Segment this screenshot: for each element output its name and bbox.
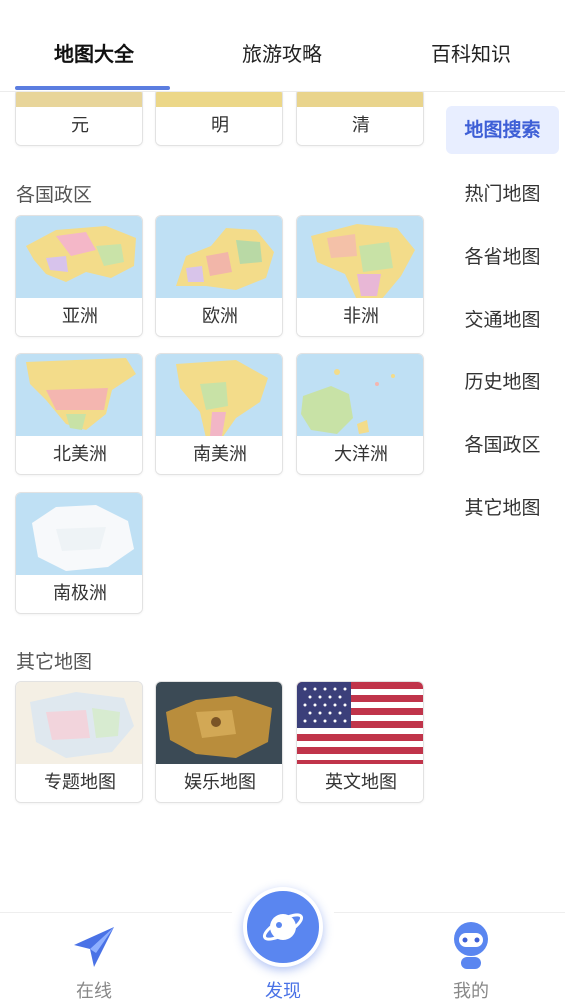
- map-card-europe[interactable]: 欧洲: [155, 215, 283, 337]
- map-card-label: 亚洲: [16, 298, 142, 336]
- map-card-label: 大洋洲: [297, 436, 423, 474]
- sidebar-item-countries[interactable]: 各国政区: [446, 421, 559, 469]
- map-thumbnail: [297, 216, 423, 300]
- map-card-label: 英文地图: [297, 764, 423, 802]
- map-thumbnail: [297, 682, 423, 766]
- sidebar-item-map-search[interactable]: 地图搜索: [446, 106, 559, 154]
- tab-encyclopedia[interactable]: 百科知识: [431, 38, 511, 67]
- map-thumbnail: [16, 493, 142, 577]
- map-card-entertainment[interactable]: 娱乐地图: [155, 681, 283, 803]
- tab-map-all[interactable]: 地图大全: [54, 38, 134, 67]
- map-thumbnail: [297, 354, 423, 438]
- map-thumbnail: [16, 682, 142, 766]
- nav-online[interactable]: 在线: [34, 913, 154, 1005]
- map-card-label: 娱乐地图: [156, 764, 282, 802]
- top-tab-bar: 地图大全 旅游攻略 百科知识: [0, 0, 565, 92]
- map-card-label: 非洲: [297, 298, 423, 336]
- map-card-label: 南美洲: [156, 436, 282, 474]
- map-card-yuan[interactable]: 元: [15, 92, 143, 146]
- map-card-label: 清: [297, 107, 423, 145]
- map-card-africa[interactable]: 非洲: [296, 215, 424, 337]
- active-tab-indicator: [15, 86, 170, 90]
- map-card-thematic[interactable]: 专题地图: [15, 681, 143, 803]
- sidebar-item-other[interactable]: 其它地图: [446, 484, 559, 532]
- category-sidebar: 地图搜索 热门地图 各省地图 交通地图 历史地图 各国政区 其它地图: [440, 92, 565, 912]
- map-thumbnail: [16, 216, 142, 300]
- map-card-south-america[interactable]: 南美洲: [155, 353, 283, 475]
- map-thumbnail: [156, 216, 282, 300]
- map-card-label: 元: [16, 107, 142, 145]
- section-title-other: 其它地图: [16, 651, 93, 673]
- planet-icon: [261, 905, 305, 953]
- map-thumbnail: [156, 354, 282, 438]
- nav-discover-label: 发现: [265, 981, 301, 1002]
- map-card-asia[interactable]: 亚洲: [15, 215, 143, 337]
- discover-center-button[interactable]: [243, 887, 323, 967]
- map-card-qing[interactable]: 清: [296, 92, 424, 146]
- sidebar-item-history[interactable]: 历史地图: [446, 358, 559, 406]
- map-card-label: 南极洲: [16, 575, 142, 613]
- map-card-north-america[interactable]: 北美洲: [15, 353, 143, 475]
- map-card-ming[interactable]: 明: [155, 92, 283, 146]
- map-card-label: 北美洲: [16, 436, 142, 474]
- paper-plane-icon: [70, 923, 118, 975]
- section-title-countries: 各国政区: [16, 184, 93, 206]
- map-card-english[interactable]: 英文地图: [296, 681, 424, 803]
- map-card-label: 欧洲: [156, 298, 282, 336]
- map-card-label: 专题地图: [16, 764, 142, 802]
- sidebar-item-provinces[interactable]: 各省地图: [446, 233, 559, 281]
- nav-online-label: 在线: [76, 981, 112, 1002]
- nav-mine-label: 我的: [453, 981, 489, 1002]
- sidebar-item-popular[interactable]: 热门地图: [446, 170, 559, 218]
- map-card-antarctica[interactable]: 南极洲: [15, 492, 143, 614]
- nav-mine[interactable]: 我的: [411, 913, 531, 1005]
- tab-travel[interactable]: 旅游攻略: [242, 38, 322, 67]
- sidebar-item-transport[interactable]: 交通地图: [446, 296, 559, 344]
- map-thumbnail: [156, 682, 282, 766]
- map-card-oceania[interactable]: 大洋洲: [296, 353, 424, 475]
- map-card-label: 明: [156, 107, 282, 145]
- map-list[interactable]: 元 明 清 各国政区 亚洲 欧洲 非洲 北美洲 南美洲 大洋洲 南极洲 其它地图…: [0, 92, 440, 912]
- map-thumbnail: [16, 354, 142, 438]
- robot-avatar-icon: [451, 921, 491, 975]
